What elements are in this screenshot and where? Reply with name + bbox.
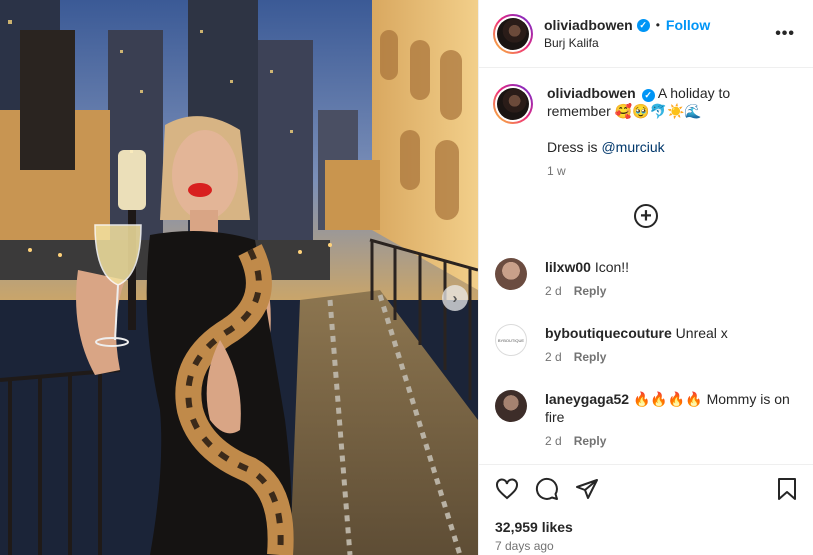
post-actions: 32,959 likes 7 days ago <box>479 464 813 555</box>
comment-time[interactable]: 2 d <box>545 350 562 364</box>
verified-icon: ✓ <box>641 88 655 102</box>
comment-meta: 2 d Reply <box>545 348 728 366</box>
comment-username[interactable]: lilxw00 <box>545 259 591 275</box>
comment-username[interactable]: byboutiquecouture <box>545 325 672 341</box>
follow-button[interactable]: Follow <box>666 17 710 33</box>
post-location[interactable]: Burj Kalifa <box>544 36 771 50</box>
commenter-avatar[interactable] <box>495 390 527 422</box>
comment-time[interactable]: 2 d <box>545 284 562 298</box>
comment-username[interactable]: laneygaga52 <box>545 391 629 407</box>
comment-content: byboutiquecouture Unreal x 2 d Reply <box>545 324 728 366</box>
author-row: oliviadbowen ✓ • Follow <box>544 17 771 33</box>
action-icons <box>479 465 813 501</box>
instagram-post: › oliviadbowen ✓ • Follow Burj Kalifa ••… <box>0 0 813 555</box>
caption-avatar[interactable] <box>493 84 533 124</box>
commenter-avatar[interactable] <box>495 258 527 290</box>
commenter-avatar[interactable]: BYBOUTIQUE <box>495 324 527 356</box>
comment-item: lilxw00 Icon!! 2 d Reply <box>495 258 800 300</box>
caption-text-block: oliviadbowen ✓ A holiday to remember 🥰🥹🐬☀… <box>547 84 779 120</box>
comment-item: BYBOUTIQUE byboutiquecouture Unreal x 2 … <box>495 324 800 366</box>
next-photo-button[interactable]: › <box>442 285 468 311</box>
comment-content: lilxw00 Icon!! 2 d Reply <box>545 258 629 300</box>
heart-icon[interactable] <box>495 477 519 501</box>
mention-link[interactable]: @murciuk <box>601 139 664 155</box>
plus-circle-icon[interactable]: + <box>634 204 658 228</box>
comment-item: laneygaga52 🔥🔥🔥🔥 Mommy is on fire 2 d Rep… <box>495 390 800 450</box>
reply-button[interactable]: Reply <box>574 434 607 448</box>
avatar-image <box>497 17 529 50</box>
post-header: oliviadbowen ✓ • Follow Burj Kalifa ••• <box>479 0 813 68</box>
likes-count[interactable]: 32,959 likes <box>495 519 573 535</box>
caption-time[interactable]: 1 w <box>547 162 779 180</box>
comment-meta: 2 d Reply <box>545 432 795 450</box>
post-date[interactable]: 7 days ago <box>495 539 554 553</box>
caption-line2-prefix: Dress is <box>547 139 602 155</box>
comment-time[interactable]: 2 d <box>545 434 562 448</box>
reply-button[interactable]: Reply <box>574 284 607 298</box>
author-username[interactable]: oliviadbowen <box>544 17 633 33</box>
comment-text: Unreal x <box>675 325 728 341</box>
comment-meta: 2 d Reply <box>545 282 629 300</box>
separator-dot: • <box>655 18 660 32</box>
verified-icon: ✓ <box>636 18 650 32</box>
share-icon[interactable] <box>575 477 599 501</box>
chevron-right-icon: › <box>452 289 458 307</box>
author-info: oliviadbowen ✓ • Follow Burj Kalifa <box>544 17 771 50</box>
bookmark-icon[interactable] <box>776 477 798 501</box>
comment-content: laneygaga52 🔥🔥🔥🔥 Mommy is on fire 2 d Rep… <box>545 390 795 450</box>
caption-username[interactable]: oliviadbowen <box>547 85 636 101</box>
avatar-logo-text: BYBOUTIQUE <box>497 337 525 343</box>
avatar-image <box>497 88 529 120</box>
photo-illustration <box>0 0 478 555</box>
post-side-panel: oliviadbowen ✓ • Follow Burj Kalifa ••• … <box>478 0 813 555</box>
reply-button[interactable]: Reply <box>574 350 607 364</box>
more-icon[interactable]: ••• <box>771 21 799 47</box>
comment-icon[interactable] <box>535 477 559 501</box>
author-avatar[interactable] <box>493 13 533 54</box>
comment-text: Icon!! <box>594 259 630 275</box>
caption-line-2: Dress is @murciuk <box>547 138 779 156</box>
caption-body: oliviadbowen ✓ A holiday to remember 🥰🥹🐬☀… <box>547 84 779 251</box>
post-photo[interactable]: › <box>0 0 478 555</box>
